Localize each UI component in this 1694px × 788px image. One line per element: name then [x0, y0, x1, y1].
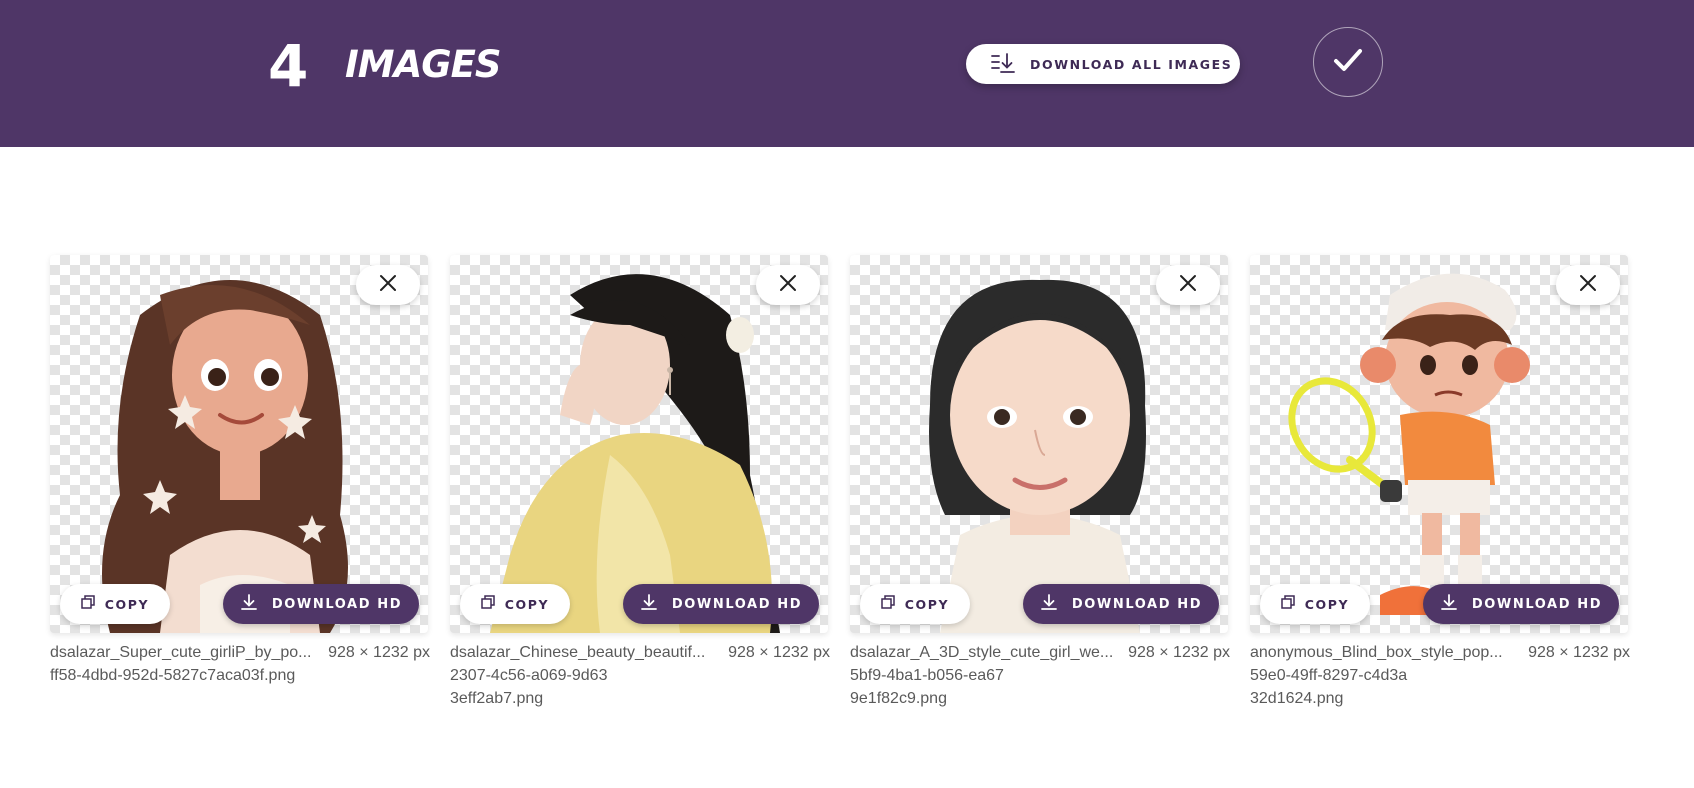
- copy-icon: [81, 594, 95, 614]
- remove-image-button[interactable]: [356, 265, 420, 305]
- image-dimensions: 928 × 1232 px: [1128, 644, 1230, 661]
- copy-label: COPY: [504, 596, 550, 612]
- download-icon: [240, 593, 258, 616]
- cartoon-girl-illustration: [102, 280, 348, 633]
- copy-icon: [881, 594, 895, 614]
- download-hd-label: DOWNLOAD HD: [671, 596, 803, 612]
- download-icon: [1040, 593, 1058, 616]
- copy-button[interactable]: COPY: [1260, 584, 1370, 624]
- image-thumbnail[interactable]: COPY DOWNLOAD HD: [850, 255, 1228, 633]
- download-hd-button[interactable]: DOWNLOAD HD: [1023, 584, 1219, 624]
- image-card: COPY DOWNLOAD HD dsalazar_Super_cute_gir…: [50, 255, 430, 687]
- image-thumbnail[interactable]: COPY DOWNLOAD HD: [1250, 255, 1628, 633]
- copy-button[interactable]: COPY: [460, 584, 570, 624]
- copy-icon: [481, 594, 495, 614]
- 3d-girl-portrait-illustration: [929, 279, 1146, 633]
- download-hd-button[interactable]: DOWNLOAD HD: [623, 584, 819, 624]
- download-hd-label: DOWNLOAD HD: [271, 596, 403, 612]
- download-icon: [1440, 593, 1458, 616]
- download-hd-button[interactable]: DOWNLOAD HD: [223, 584, 419, 624]
- image-meta: dsalazar_Super_cute_girliP_by_po... 928 …: [50, 641, 430, 687]
- close-icon: [379, 274, 397, 297]
- copy-button[interactable]: COPY: [60, 584, 170, 624]
- image-meta: anonymous_Blind_box_style_pop... 928 × 1…: [1250, 641, 1630, 710]
- file-name: anonymous_Blind_box_style_pop...: [1250, 644, 1503, 661]
- file-name-rest: 5bf9-4ba1-b056-ea679e1f82c9.png: [850, 667, 1004, 707]
- remove-image-button[interactable]: [756, 265, 820, 305]
- close-icon: [1579, 274, 1597, 297]
- file-name: dsalazar_Chinese_beauty_beautif...: [450, 644, 706, 661]
- file-name: dsalazar_Super_cute_girliP_by_po...: [50, 644, 312, 661]
- image-dimensions: 928 × 1232 px: [328, 644, 430, 661]
- image-meta: dsalazar_A_3D_style_cute_girl_we... 928 …: [850, 641, 1230, 710]
- file-name: dsalazar_A_3D_style_cute_girl_we...: [850, 644, 1114, 661]
- copy-label: COPY: [104, 596, 150, 612]
- remove-image-button[interactable]: [1156, 265, 1220, 305]
- file-name-rest: 59e0-49ff-8297-c4d3a32d1624.png: [1250, 667, 1408, 707]
- remove-image-button[interactable]: [1556, 265, 1620, 305]
- download-icon: [640, 593, 658, 616]
- image-thumbnail[interactable]: COPY DOWNLOAD HD: [450, 255, 828, 633]
- copy-label: COPY: [904, 596, 950, 612]
- image-grid: COPY DOWNLOAD HD dsalazar_Super_cute_gir…: [0, 0, 1694, 788]
- woman-yellow-robe-illustration: [490, 274, 780, 633]
- copy-icon: [1281, 594, 1295, 614]
- image-card: COPY DOWNLOAD HD dsalazar_Chinese_beauty…: [450, 255, 830, 710]
- image-card: COPY DOWNLOAD HD dsalazar_A_3D_style_cut…: [850, 255, 1230, 710]
- copy-button[interactable]: COPY: [860, 584, 970, 624]
- image-thumbnail[interactable]: COPY DOWNLOAD HD: [50, 255, 428, 633]
- image-card: COPY DOWNLOAD HD anonymous_Blind_box_sty…: [1250, 255, 1630, 710]
- download-hd-label: DOWNLOAD HD: [1071, 596, 1203, 612]
- download-hd-button[interactable]: DOWNLOAD HD: [1423, 584, 1619, 624]
- file-name-rest: ff58-4dbd-952d-5827c7aca03f.png: [50, 667, 296, 684]
- copy-label: COPY: [1304, 596, 1350, 612]
- image-dimensions: 928 × 1232 px: [728, 644, 830, 661]
- download-hd-label: DOWNLOAD HD: [1471, 596, 1603, 612]
- image-meta: dsalazar_Chinese_beauty_beautif... 928 ×…: [450, 641, 830, 710]
- image-dimensions: 928 × 1232 px: [1528, 644, 1630, 661]
- tennis-figure-illustration: [1288, 273, 1530, 615]
- close-icon: [779, 274, 797, 297]
- file-name-rest: 2307-4c56-a069-9d633eff2ab7.png: [450, 667, 608, 707]
- close-icon: [1179, 274, 1197, 297]
